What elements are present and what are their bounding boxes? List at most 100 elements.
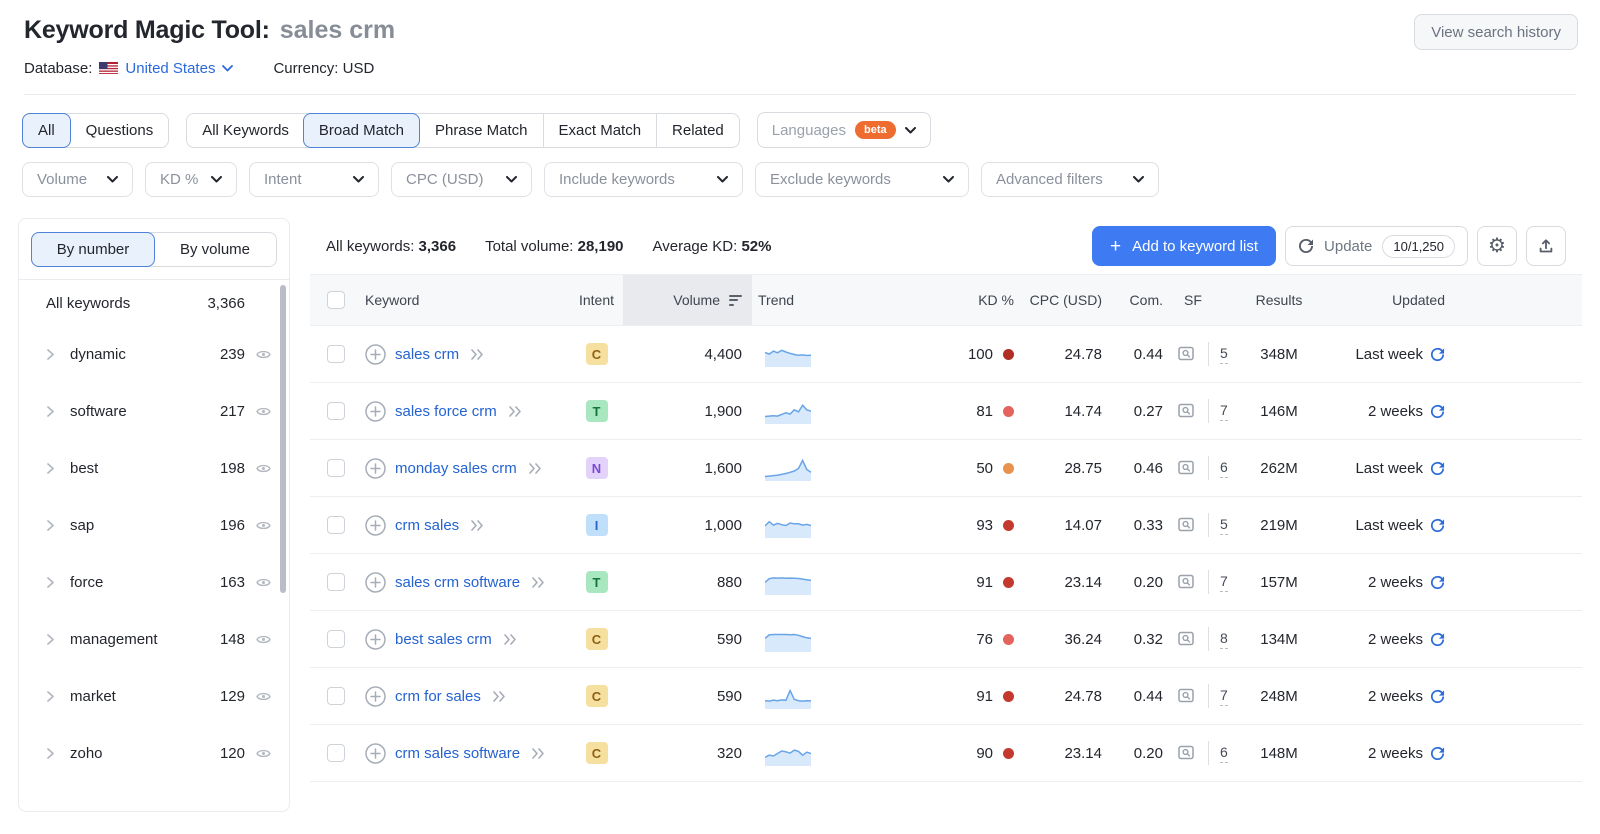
keyword-link[interactable]: sales force crm (395, 403, 497, 420)
sf-count[interactable]: 7 (1220, 573, 1228, 592)
serp-features-icon[interactable] (1178, 745, 1197, 761)
sf-count[interactable]: 5 (1220, 516, 1228, 535)
row-checkbox[interactable] (327, 345, 345, 363)
intent-badge[interactable]: T (585, 571, 608, 593)
chevron-right-icon[interactable] (46, 463, 55, 474)
refresh-icon[interactable] (1430, 746, 1445, 761)
sidebar-group-item[interactable]: force 163 (19, 554, 289, 611)
expand-keyword-icon[interactable] (503, 633, 517, 645)
eye-icon[interactable] (256, 634, 271, 645)
tab-exact-match[interactable]: Exact Match (542, 113, 657, 147)
tab-all-keywords[interactable]: All Keywords (187, 114, 304, 147)
chevron-right-icon[interactable] (46, 577, 55, 588)
tab-broad-match[interactable]: Broad Match (302, 112, 420, 148)
column-com[interactable]: Com. (1108, 275, 1168, 325)
add-keyword-plus-icon[interactable] (365, 514, 386, 536)
serp-features-icon[interactable] (1178, 631, 1197, 647)
sf-count[interactable]: 7 (1220, 687, 1228, 706)
eye-icon[interactable] (256, 349, 271, 360)
column-volume[interactable]: Volume (623, 275, 752, 325)
row-checkbox[interactable] (327, 402, 345, 420)
intent-badge[interactable]: T (585, 400, 608, 422)
export-button[interactable] (1526, 226, 1566, 266)
eye-icon[interactable] (256, 748, 271, 759)
refresh-icon[interactable] (1430, 518, 1445, 533)
refresh-icon[interactable] (1430, 404, 1445, 419)
serp-features-icon[interactable] (1178, 517, 1197, 533)
eye-icon[interactable] (256, 691, 271, 702)
sf-count[interactable]: 6 (1220, 744, 1228, 763)
languages-dropdown[interactable]: Languages beta (756, 112, 931, 148)
keyword-link[interactable]: crm for sales (395, 688, 481, 705)
row-checkbox[interactable] (327, 459, 345, 477)
column-kd[interactable]: KD % (848, 275, 1020, 325)
add-keyword-plus-icon[interactable] (365, 571, 386, 593)
column-trend[interactable]: Trend (752, 275, 848, 325)
expand-keyword-icon[interactable] (508, 405, 522, 417)
add-keyword-plus-icon[interactable] (365, 457, 386, 479)
sidebar-group-item[interactable]: market 129 (19, 668, 289, 725)
refresh-icon[interactable] (1430, 632, 1445, 647)
sidebar-group-item[interactable]: management 148 (19, 611, 289, 668)
tab-all[interactable]: All (22, 112, 71, 148)
sf-count[interactable]: 7 (1220, 402, 1228, 421)
eye-icon[interactable] (256, 406, 271, 417)
database-selector[interactable]: United States (125, 60, 234, 77)
serp-features-icon[interactable] (1178, 574, 1197, 590)
refresh-icon[interactable] (1430, 689, 1445, 704)
serp-features-icon[interactable] (1178, 403, 1197, 419)
intent-filter[interactable]: Intent (249, 162, 379, 197)
expand-keyword-icon[interactable] (532, 576, 545, 588)
sidebar-group-item[interactable]: zoho 120 (19, 725, 289, 782)
keyword-link[interactable]: sales crm software (395, 574, 520, 591)
sf-count[interactable]: 8 (1220, 630, 1228, 649)
add-keyword-plus-icon[interactable] (365, 685, 386, 707)
chevron-right-icon[interactable] (46, 349, 55, 360)
row-checkbox[interactable] (327, 630, 345, 648)
expand-keyword-icon[interactable] (528, 462, 542, 474)
keyword-link[interactable]: best sales crm (395, 631, 492, 648)
column-updated[interactable]: Updated (1318, 275, 1445, 325)
sf-count[interactable]: 5 (1220, 345, 1228, 364)
add-keyword-plus-icon[interactable] (365, 742, 386, 764)
sidebar-group-item[interactable]: best 198 (19, 440, 289, 497)
chevron-right-icon[interactable] (46, 748, 55, 759)
refresh-icon[interactable] (1430, 347, 1445, 362)
refresh-icon[interactable] (1430, 575, 1445, 590)
intent-badge[interactable]: C (585, 742, 608, 764)
kd-filter[interactable]: KD % (145, 162, 237, 197)
sort-by-number-tab[interactable]: By number (31, 232, 155, 267)
add-to-keyword-list-button[interactable]: + Add to keyword list (1092, 226, 1277, 266)
cpc-filter[interactable]: CPC (USD) (391, 162, 532, 197)
exclude-keywords-filter[interactable]: Exclude keywords (755, 162, 969, 197)
expand-keyword-icon[interactable] (493, 690, 506, 702)
add-keyword-plus-icon[interactable] (365, 628, 386, 650)
column-intent[interactable]: Intent (570, 275, 623, 325)
advanced-filters[interactable]: Advanced filters (981, 162, 1159, 197)
sidebar-group-item[interactable]: software 217 (19, 383, 289, 440)
keyword-link[interactable]: crm sales (395, 517, 459, 534)
view-search-history-button[interactable]: View search history (1414, 14, 1578, 50)
expand-keyword-icon[interactable] (471, 519, 484, 531)
keyword-link[interactable]: crm sales software (395, 745, 520, 762)
sidebar-scrollbar[interactable] (280, 285, 286, 593)
sidebar-group-item[interactable]: dynamic 239 (19, 326, 289, 383)
tab-related[interactable]: Related (656, 113, 739, 147)
intent-badge[interactable]: C (585, 685, 608, 707)
intent-badge[interactable]: N (585, 457, 608, 479)
chevron-right-icon[interactable] (46, 691, 55, 702)
settings-button[interactable]: ⚙ (1477, 226, 1517, 266)
eye-icon[interactable] (256, 577, 271, 588)
update-button[interactable]: Update 10/1,250 (1285, 226, 1468, 266)
keyword-link[interactable]: sales crm (395, 346, 459, 363)
add-keyword-plus-icon[interactable] (365, 400, 386, 422)
keyword-link[interactable]: monday sales crm (395, 460, 517, 477)
row-checkbox[interactable] (327, 516, 345, 534)
sort-by-volume-tab[interactable]: By volume (154, 233, 276, 266)
refresh-icon[interactable] (1430, 461, 1445, 476)
row-checkbox[interactable] (327, 573, 345, 591)
column-cpc[interactable]: CPC (USD) (1020, 275, 1108, 325)
serp-features-icon[interactable] (1178, 460, 1197, 476)
eye-icon[interactable] (256, 520, 271, 531)
eye-icon[interactable] (256, 463, 271, 474)
